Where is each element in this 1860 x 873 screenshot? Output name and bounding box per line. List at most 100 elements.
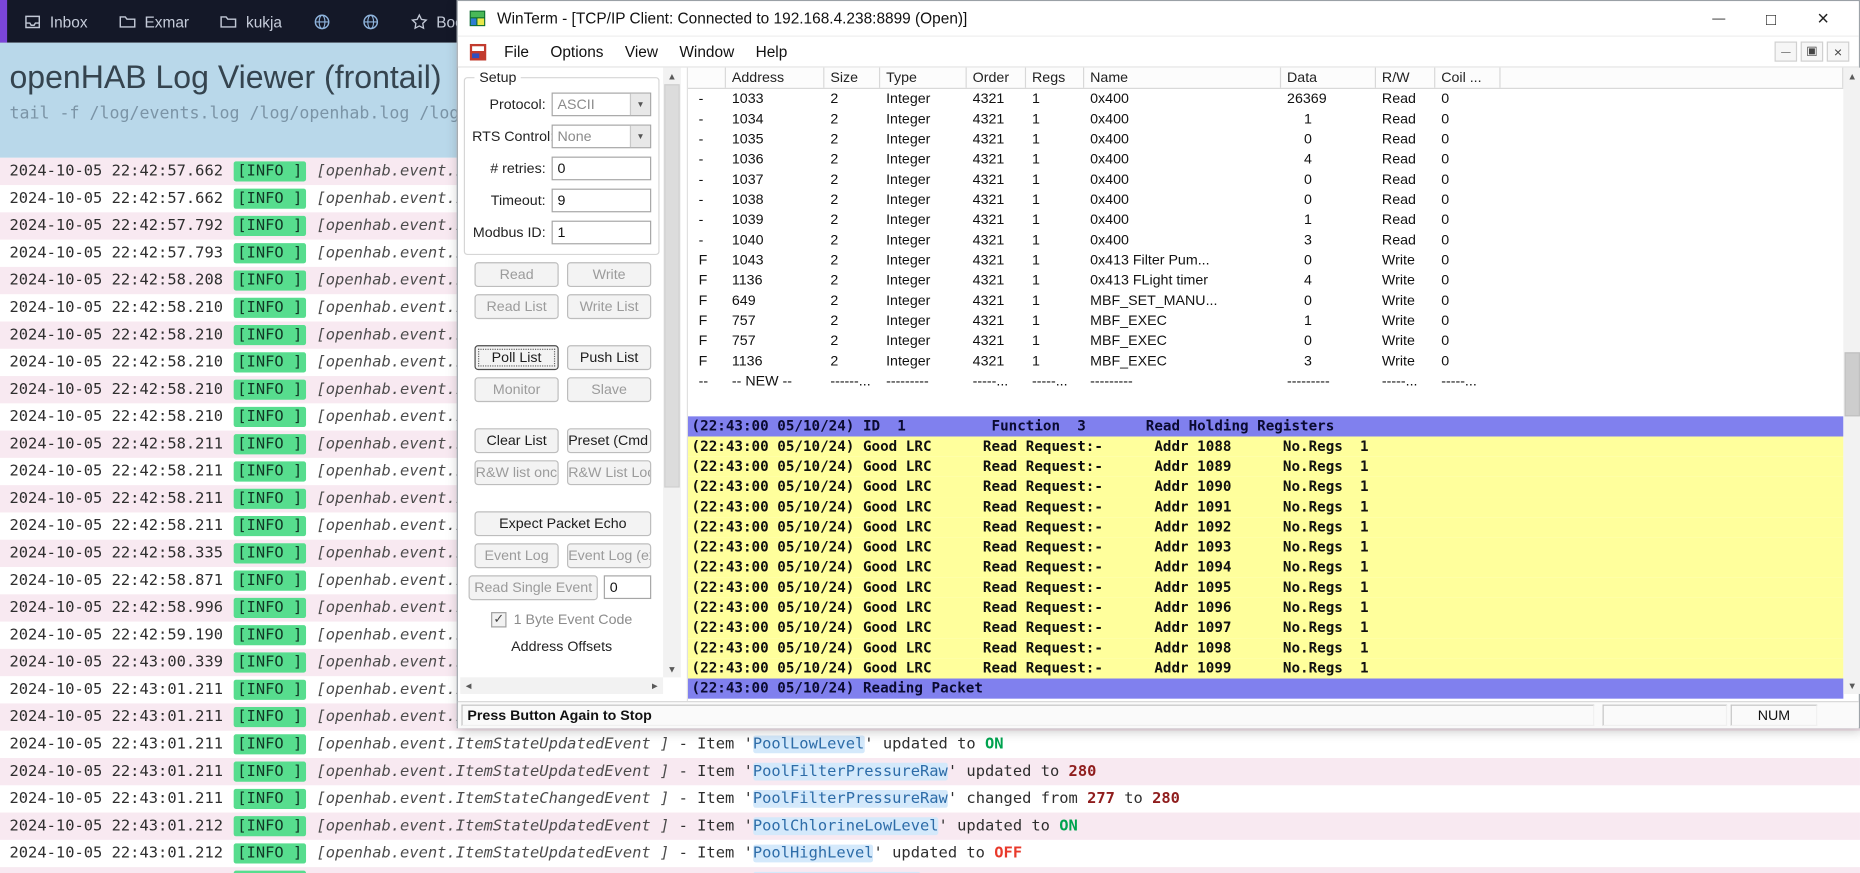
scroll-up-icon[interactable] <box>1843 68 1860 85</box>
protocol-select[interactable]: ASCII <box>551 92 652 117</box>
log-class: [openhab.event.It <box>316 162 475 181</box>
push-list-button[interactable]: Push List <box>567 345 652 371</box>
table-cell: Integer <box>886 190 931 208</box>
menu-window[interactable]: Window <box>669 38 745 65</box>
scrollbar-thumb[interactable] <box>664 84 680 488</box>
table-row[interactable]: F 1043 2 Integer 4321 1 0x413 Filter Pum... 0 Wr… <box>688 250 1843 270</box>
menu-view[interactable]: View <box>614 38 669 65</box>
table-row[interactable]: - 1035 2 Integer 4321 1 0x400 0 Read 0 <box>688 129 1843 149</box>
column-header[interactable]: Data <box>1281 67 1376 88</box>
table-row[interactable]: - 1033 2 Integer 4321 1 0x400 26369 Read 0 <box>688 89 1843 109</box>
table-cell: Integer <box>886 90 931 107</box>
bookmark-inbox[interactable]: Inbox <box>24 12 88 30</box>
main-scrollbar-vertical[interactable] <box>1843 67 1860 694</box>
expect-packet-echo-button[interactable]: Expect Packet Echo <box>474 511 652 537</box>
read-button[interactable]: Read <box>474 262 559 288</box>
scroll-down-icon[interactable] <box>663 661 681 678</box>
table-row[interactable]: - 1036 2 Integer 4321 1 0x400 4 Read 0 <box>688 149 1843 169</box>
table-row[interactable]: F 649 2 Integer 4321 1 MBF_SET_MANU... 0 Write 0 <box>688 291 1843 311</box>
info-badge: [INFO ] <box>233 188 306 209</box>
log-class: [openhab.event.It <box>316 435 475 454</box>
table-cell <box>1501 291 1844 311</box>
button-gap <box>474 492 651 504</box>
globe-icon <box>313 12 331 30</box>
scroll-left-icon[interactable] <box>460 677 477 694</box>
byte-event-checkbox[interactable]: 1 Byte Event Code <box>460 600 663 627</box>
comm-log-line: (22:43:00 05/10/24) Good LRC Read Reques… <box>687 557 1844 578</box>
write-button[interactable]: Write <box>567 262 652 288</box>
column-header[interactable]: Regs <box>1026 67 1085 88</box>
timeout-input[interactable]: 9 <box>551 188 652 213</box>
column-header[interactable]: Address <box>726 67 825 88</box>
table-row[interactable]: - 1034 2 Integer 4321 1 0x400 1 Read 0 <box>688 109 1843 129</box>
setup-scrollbar-horizontal[interactable] <box>460 677 664 694</box>
mdi-minimize-icon[interactable] <box>1774 41 1798 62</box>
r-w-list-once-button[interactable]: R&W list once <box>474 460 559 486</box>
mdi-restore-icon[interactable] <box>1800 41 1824 62</box>
table-cell: 0x413 FLight timer <box>1090 271 1209 289</box>
retries-input[interactable]: 0 <box>551 156 652 181</box>
table-row[interactable]: - 1039 2 Integer 4321 1 0x400 1 Read 0 <box>688 210 1843 230</box>
slave-button[interactable]: Slave <box>567 377 652 403</box>
table-cell: Read <box>1381 231 1416 248</box>
table-cell <box>1501 371 1844 391</box>
scroll-down-icon[interactable] <box>1843 677 1860 694</box>
menu-help[interactable]: Help <box>745 38 798 65</box>
column-header[interactable]: Size <box>824 67 881 88</box>
bookmark-site-1[interactable] <box>313 12 331 30</box>
table-cell: 2 <box>830 352 839 369</box>
bookmark-kukja[interactable]: kukja <box>220 12 282 30</box>
column-header[interactable] <box>688 67 726 88</box>
table-row[interactable]: - 1038 2 Integer 4321 1 0x400 0 Read 0 <box>688 190 1843 210</box>
r-w-list-loop-button[interactable]: R&W List Loop <box>567 460 652 486</box>
table-row[interactable]: F 1136 2 Integer 4321 1 0x413 FLight timer 4 Wri… <box>688 270 1843 290</box>
minimize-icon[interactable] <box>1693 1 1745 37</box>
read-list-button[interactable]: Read List <box>474 294 559 320</box>
table-row[interactable]: - 1040 2 Integer 4321 1 0x400 3 Read 0 <box>688 230 1843 250</box>
setup-scrollbar-vertical[interactable] <box>663 67 681 678</box>
table-cell: 4321 <box>972 231 1005 248</box>
event-log-ex-button[interactable]: Event Log (ex) <box>567 543 652 569</box>
single-event-input[interactable]: 0 <box>603 575 652 600</box>
protocol-field: Protocol: ASCII <box>472 92 652 117</box>
column-header[interactable]: Type <box>880 67 967 88</box>
bookmark-exmar[interactable]: Exmar <box>118 12 189 30</box>
rts-control-select[interactable]: None <box>551 124 652 149</box>
info-badge: [INFO ] <box>233 215 306 237</box>
modbus-id-input[interactable]: 1 <box>551 220 652 245</box>
table-cell: 0 <box>1304 251 1312 269</box>
clear-list-button[interactable]: Clear List <box>474 428 559 454</box>
table-cell: 0 <box>1441 170 1450 188</box>
menu-options[interactable]: Options <box>540 38 615 65</box>
table-cell: 0 <box>1441 90 1450 107</box>
mdi-close-icon[interactable] <box>1826 41 1850 62</box>
preset-cmd-6-button[interactable]: Preset (Cmd 6 <box>567 428 652 454</box>
scrollbar-thumb[interactable] <box>1844 352 1860 417</box>
monitor-button[interactable]: Monitor <box>474 377 559 403</box>
read-single-event-button[interactable]: Read Single Event <box>468 575 598 601</box>
table-row[interactable]: -- -- NEW -- ------... --------- -----... ---… <box>688 371 1843 391</box>
address-offsets-label: Address Offsets <box>511 638 613 655</box>
close-icon[interactable] <box>1797 1 1849 37</box>
event-log-button[interactable]: Event Log <box>474 543 559 569</box>
menu-file[interactable]: File <box>493 38 539 65</box>
scroll-up-icon[interactable] <box>663 68 681 85</box>
maximize-icon[interactable] <box>1745 1 1797 37</box>
titlebar[interactable]: WinTerm - [TCP/IP Client: Connected to 1… <box>457 1 1859 37</box>
table-row[interactable]: F 757 2 Integer 4321 1 MBF_EXEC 0 Write 0 <box>688 331 1843 351</box>
column-header[interactable]: Coil ... <box>1435 67 1501 88</box>
write-list-button[interactable]: Write List <box>567 294 652 320</box>
log-timestamp: 2024-10-05 22:42:57.792 <box>9 217 224 235</box>
menu-app-icon <box>469 43 487 60</box>
column-header[interactable]: Name <box>1084 67 1282 88</box>
poll-list-button[interactable]: Poll List <box>474 345 559 371</box>
scroll-right-icon[interactable] <box>646 677 663 694</box>
table-row[interactable]: F 1136 2 Integer 4321 1 MBF_EXEC 3 Write 0 <box>688 351 1843 371</box>
bookmark-site-2[interactable] <box>361 12 379 30</box>
table-row[interactable]: F 757 2 Integer 4321 1 MBF_EXEC 1 Write 0 <box>688 311 1843 331</box>
column-header[interactable]: R/W <box>1376 67 1436 88</box>
column-header[interactable]: Order <box>967 67 1027 88</box>
timeout-label: Timeout: <box>490 192 546 209</box>
table-cell: 1 <box>1031 291 1040 309</box>
table-row[interactable]: - 1037 2 Integer 4321 1 0x400 0 Read 0 <box>688 170 1843 190</box>
